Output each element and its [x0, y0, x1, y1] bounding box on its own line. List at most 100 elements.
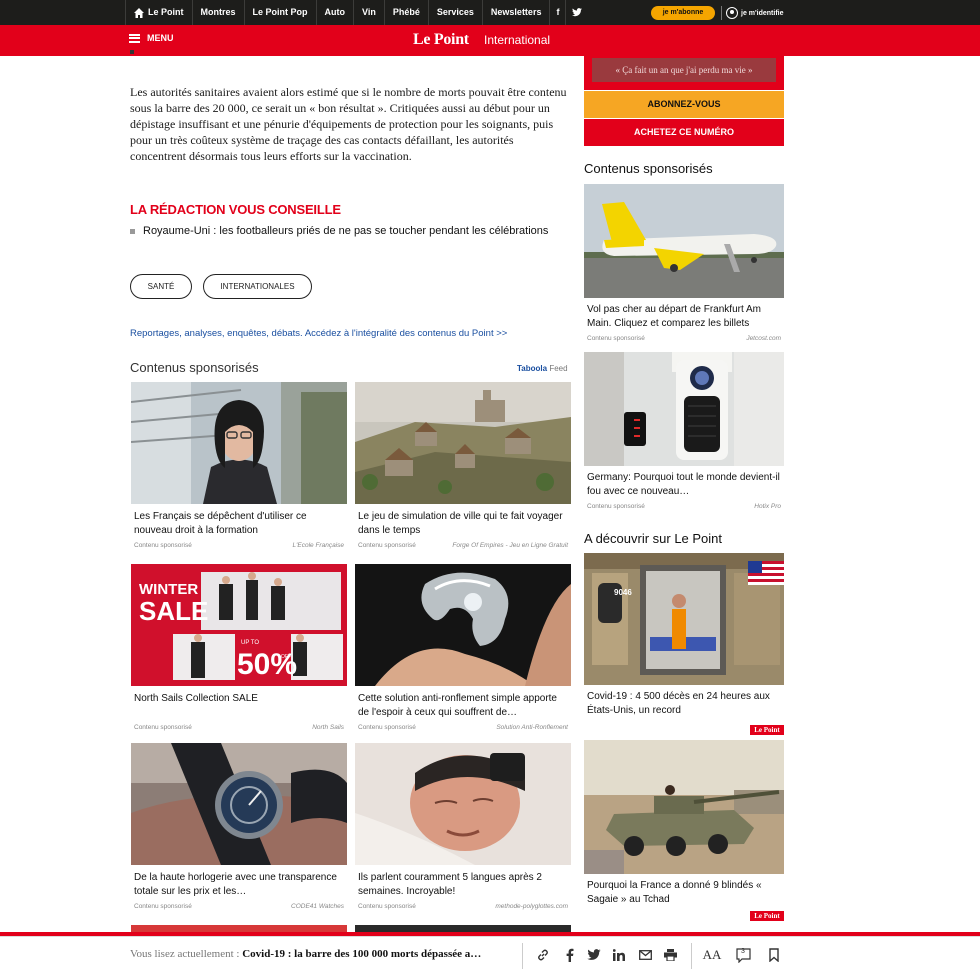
card-meta: Contenu sponsorisé CODE41 Watches: [134, 903, 344, 910]
card-image-nose-clip: [355, 564, 571, 686]
card-image-airplane: [584, 184, 784, 298]
sponsored-label: Contenu sponsorisé: [134, 542, 192, 549]
card-image-woman: [131, 382, 347, 504]
article-paragraph: Les autorités sanitaires avaient alors e…: [130, 85, 567, 163]
sale-text: SALE: [139, 596, 208, 626]
card-meta: Contenu sponsorisé Solution Anti-Ronflem…: [358, 724, 568, 731]
tag-internationales[interactable]: INTERNATIONALES: [203, 274, 312, 299]
top-navigation-bar: Le Point Montres Le Point Pop Auto Vin P…: [0, 0, 980, 25]
twitter-share-icon[interactable]: [586, 947, 602, 963]
email-share-icon[interactable]: [637, 947, 653, 963]
nav-item-newsletters[interactable]: Newsletters: [483, 0, 550, 25]
sponsored-card[interactable]: Les Français se dépêchent d'utiliser ce …: [131, 382, 347, 549]
card-image-city-game: [355, 382, 571, 504]
comments-count: 3: [741, 948, 745, 955]
discover-card[interactable]: Pourquoi la France a donné 9 blindés « S…: [584, 740, 784, 921]
card-title: Covid-19 : 4 500 décès en 24 heures aux …: [587, 691, 770, 716]
card-source: methode-polyglottes.com: [495, 903, 568, 910]
card-meta: Contenu sponsorisé Forge Of Empires - Je…: [358, 542, 568, 549]
sponsored-card[interactable]: Ils parlent couramment 5 langues après 2…: [355, 743, 571, 910]
nav-item-le-point[interactable]: Le Point: [126, 0, 192, 25]
sponsored-card[interactable]: De la haute horlogerie avec une transpar…: [131, 743, 347, 910]
previous-text-fragment: [130, 50, 134, 54]
font-size-icon[interactable]: AA: [703, 947, 722, 963]
card-image-watch: [131, 743, 347, 865]
le-point-badge: Le Point: [750, 725, 784, 735]
card-title: Germany: Pourquoi tout le monde devient-…: [587, 472, 780, 497]
login-link[interactable]: je m'identifie: [726, 5, 784, 21]
sponsored-label: Contenu sponsorisé: [358, 903, 416, 910]
sponsored-card[interactable]: Le jeu de simulation de ville qui te fai…: [355, 382, 571, 549]
upto-text: UP TO: [241, 640, 259, 646]
divider: [522, 943, 523, 969]
link-icon[interactable]: [535, 947, 551, 963]
divider: [691, 943, 692, 969]
facebook-share-icon[interactable]: [561, 947, 577, 963]
discover-card[interactable]: 9046 Covid-19 : 4 500 décès en 24 heures…: [584, 553, 784, 735]
user-icon: [726, 7, 738, 19]
current-article-indicator[interactable]: Vous lisez actuellement : Covid-19 : la …: [130, 948, 481, 960]
discount-text: 50%: [237, 648, 297, 681]
nav-item-auto[interactable]: Auto: [317, 0, 354, 25]
nav-item-services[interactable]: Services: [429, 0, 482, 25]
sponsored-label: Contenu sponsorisé: [358, 724, 416, 731]
magazine-promo[interactable]: « Ça fait un an que j'ai perdu ma vie »: [584, 56, 784, 90]
sponsored-heading: Contenus sponsorisés: [130, 360, 259, 375]
card-image-subway: 9046: [584, 553, 784, 685]
card-image-armored-vehicle: [584, 740, 784, 874]
nav-item-vin[interactable]: Vin: [354, 0, 384, 25]
bookmark-icon[interactable]: [766, 947, 782, 963]
card-source: CODE41 Watches: [291, 903, 344, 910]
card-meta: Contenu sponsorisé North Sails: [134, 724, 344, 731]
recommendation-link[interactable]: Royaume-Uni : les footballeurs priés de …: [130, 225, 548, 237]
recommendations-title: LA RÉDACTION VOUS CONSEILLE: [130, 202, 341, 217]
taboola-logo[interactable]: Taboola Feed: [517, 364, 568, 373]
card-title: North Sails Collection SALE: [134, 693, 258, 704]
card-image-partial: [355, 925, 571, 932]
buy-issue-button[interactable]: ACHETEZ CE NUMÉRO: [584, 119, 784, 146]
linkedin-share-icon[interactable]: [611, 947, 627, 963]
train-number: 9046: [614, 588, 632, 597]
card-source: North Sails: [312, 724, 344, 731]
menu-button[interactable]: MENU: [129, 33, 174, 43]
edition-label[interactable]: International: [484, 33, 550, 47]
card-title: Cette solution anti-ronflement simple ap…: [358, 693, 557, 718]
subscription-promo-link[interactable]: Reportages, analyses, enquêtes, débats. …: [130, 328, 507, 339]
bullet-icon: [130, 228, 135, 234]
sidebar-sponsored-heading: Contenus sponsorisés: [584, 161, 713, 176]
sponsored-label: Contenu sponsorisé: [134, 903, 192, 910]
divider: [721, 6, 722, 20]
subscribe-button[interactable]: je m'abonne: [651, 6, 715, 20]
twitter-icon[interactable]: [566, 8, 588, 17]
subscribe-cta-button[interactable]: ABONNEZ-VOUS: [584, 91, 784, 118]
card-meta: Contenu sponsorisé Hotix Pro: [587, 503, 781, 510]
top-nav: Le Point Montres Le Point Pop Auto Vin P…: [125, 0, 588, 25]
nav-item-label: Le Point: [148, 7, 184, 17]
reading-toolbar: Vous lisez actuellement : Covid-19 : la …: [0, 936, 980, 973]
sidebar-sponsored-card[interactable]: Vol pas cher au départ de Frankfurt Am M…: [584, 184, 784, 342]
nav-item-montres[interactable]: Montres: [193, 0, 244, 25]
promo-quote: « Ça fait un an que j'ai perdu ma vie »: [592, 58, 776, 82]
card-source: L'Ecole Française: [292, 542, 344, 549]
facebook-icon[interactable]: f: [550, 0, 565, 25]
le-point-badge: Le Point: [750, 911, 784, 921]
reading-title: Covid-19 : la barre des 100 000 morts dé…: [242, 948, 482, 960]
sponsored-card[interactable]: WINTER SALE UP TO 50% OFF North Sails Co…: [131, 564, 347, 731]
nav-item-phebe[interactable]: Phébé: [385, 0, 428, 25]
off-text: OFF: [281, 654, 291, 660]
sidebar-sponsored-card[interactable]: Germany: Pourquoi tout le monde devient-…: [584, 352, 784, 510]
sponsored-label: Contenu sponsorisé: [358, 542, 416, 549]
nav-item-le-point-pop[interactable]: Le Point Pop: [245, 0, 316, 25]
card-image-sleeping-man: [355, 743, 571, 865]
card-title: De la haute horlogerie avec une transpar…: [134, 872, 337, 897]
menu-label: MENU: [147, 33, 174, 43]
card-title: Ils parlent couramment 5 langues après 2…: [358, 872, 542, 897]
sponsored-label: Contenu sponsorisé: [134, 724, 192, 731]
reading-prefix: Vous lisez actuellement :: [130, 948, 240, 960]
card-source: Jetcost.com: [746, 335, 781, 342]
tag-sante[interactable]: SANTÉ: [130, 274, 192, 299]
print-icon[interactable]: [662, 947, 678, 963]
comments-icon[interactable]: 3: [735, 947, 751, 963]
site-logo[interactable]: Le Point: [413, 31, 469, 49]
sponsored-card[interactable]: Cette solution anti-ronflement simple ap…: [355, 564, 571, 731]
